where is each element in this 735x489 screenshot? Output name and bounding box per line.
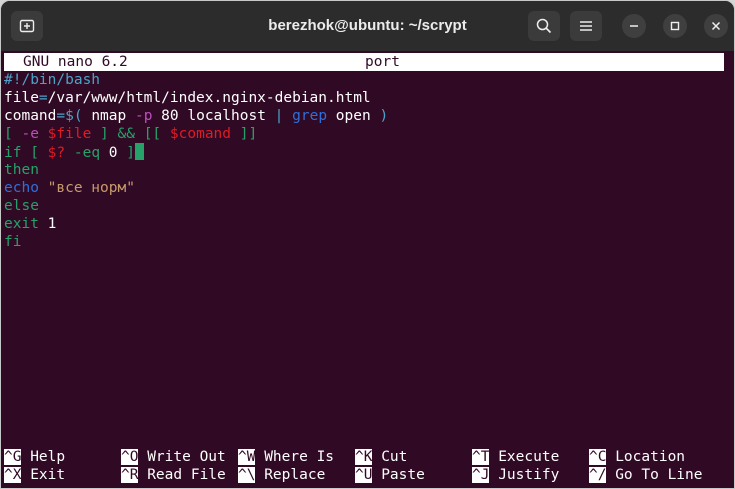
- shortcut-item[interactable]: ^C Location: [589, 448, 685, 466]
- shortcut-label: Write Out: [138, 449, 226, 465]
- code-line[interactable]: echo "все норм": [4, 179, 388, 197]
- code-line[interactable]: then: [4, 161, 388, 179]
- shortcut-label: Go To Line: [606, 467, 703, 483]
- code-token: fi: [4, 234, 22, 250]
- code-line[interactable]: #!/bin/bash: [4, 71, 388, 89]
- shortcut-label: Help: [21, 449, 66, 465]
- shortcut-key: ^J: [472, 467, 490, 483]
- shortcut-item[interactable]: ^R Read File: [121, 466, 226, 484]
- shortcut-item[interactable]: ^/ Go To Line: [589, 466, 703, 484]
- code-token: else: [4, 198, 39, 214]
- code-line[interactable]: [ -e $file ] && [[ $comand ]]: [4, 125, 388, 143]
- code-token: =: [38, 90, 48, 106]
- code-token: exit: [4, 216, 48, 232]
- code-token: -p: [134, 108, 153, 124]
- shortcut-key: ^R: [121, 467, 139, 483]
- code-token: ]: [117, 145, 135, 161]
- file-name: port: [365, 54, 400, 70]
- code-token: $comand: [169, 126, 232, 142]
- shortcut-item[interactable]: ^G Help: [4, 448, 65, 466]
- minimize-button[interactable]: [622, 14, 646, 38]
- shortcut-key: ^K: [355, 449, 373, 465]
- minimize-icon: [630, 25, 638, 27]
- maximize-button[interactable]: [663, 14, 687, 38]
- shortcut-item[interactable]: ^\ Replace: [238, 466, 325, 484]
- shortcut-item[interactable]: ^O Write Out: [121, 448, 226, 466]
- code-token: $file: [47, 126, 92, 142]
- code-token: nmap: [91, 108, 135, 124]
- code-token: "все норм": [47, 180, 135, 196]
- code-token: 80 localhost: [152, 108, 275, 124]
- code-token: /var/www/html/index.nginx-debian.html: [47, 90, 371, 106]
- code-line[interactable]: comand=$( nmap -p 80 localhost | grep op…: [4, 107, 388, 125]
- code-token: $?: [47, 145, 66, 161]
- shortcut-label: Execute: [489, 449, 560, 465]
- code-token: open: [327, 108, 380, 124]
- shortcut-label: Exit: [21, 467, 66, 483]
- code-line[interactable]: if [ $? -eq 0 ]: [4, 143, 388, 161]
- shortcut-item[interactable]: ^U Paste: [355, 466, 425, 484]
- shortcut-label: Location: [606, 449, 686, 465]
- hamburger-menu-icon: [580, 21, 592, 31]
- close-button[interactable]: [704, 14, 728, 38]
- code-token: ] && [[: [91, 126, 170, 142]
- shortcut-key: ^C: [589, 449, 607, 465]
- code-token: -eq: [65, 145, 109, 161]
- shortcut-key: ^T: [472, 449, 490, 465]
- maximize-icon: [670, 21, 680, 31]
- code-token: |: [274, 108, 293, 124]
- search-icon: [536, 18, 552, 34]
- shortcut-label: Replace: [255, 467, 326, 483]
- shortcut-key: ^O: [121, 449, 139, 465]
- shortcut-label: Cut: [372, 449, 408, 465]
- menu-button[interactable]: [570, 11, 602, 41]
- text-cursor: [134, 143, 144, 160]
- code-line[interactable]: file=/var/www/html/index.nginx-debian.ht…: [4, 89, 388, 107]
- close-icon: [711, 21, 721, 31]
- terminal-window: berezhok@ubuntu: ~/scrypt GNU nano 6.2 p…: [0, 0, 735, 489]
- code-token: -e: [21, 126, 39, 142]
- shortcut-label: Paste: [372, 467, 425, 483]
- shortcut-key: ^W: [238, 449, 256, 465]
- title-bar: berezhok@ubuntu: ~/scrypt: [1, 1, 734, 51]
- code-token: grep: [292, 108, 328, 124]
- code-token: echo: [4, 180, 39, 196]
- code-token: ]]: [231, 126, 258, 142]
- code-line[interactable]: exit 1: [4, 215, 388, 233]
- code-token: #!/bin/bash: [4, 72, 101, 88]
- shortcut-key: ^X: [4, 467, 22, 483]
- shortcut-label: Where Is: [255, 449, 335, 465]
- code-token: comand: [4, 108, 57, 124]
- code-token: 1: [47, 216, 57, 232]
- code-line[interactable]: else: [4, 197, 388, 215]
- shortcut-key: ^G: [4, 449, 22, 465]
- shortcut-label: Justify: [489, 467, 560, 483]
- shortcut-item[interactable]: ^X Exit: [4, 466, 65, 484]
- code-token: ): [379, 108, 389, 124]
- shortcut-item[interactable]: ^K Cut: [355, 448, 407, 466]
- shortcut-item[interactable]: ^J Justify: [472, 466, 559, 484]
- search-button[interactable]: [528, 11, 560, 41]
- shortcut-item[interactable]: ^T Execute: [472, 448, 559, 466]
- code-line[interactable]: fi: [4, 233, 388, 251]
- shortcut-key: ^\: [238, 467, 256, 483]
- code-token: [: [4, 126, 22, 142]
- nano-header: GNU nano 6.2 port: [4, 53, 724, 71]
- nano-version: GNU nano 6.2: [23, 54, 128, 70]
- terminal-area[interactable]: GNU nano 6.2 port #!/bin/bash file=/var/w…: [1, 51, 734, 488]
- shortcut-item[interactable]: ^W Where Is: [238, 448, 334, 466]
- shortcut-key: ^U: [355, 467, 373, 483]
- code-token: 0: [108, 145, 118, 161]
- shortcut-label: Read File: [138, 467, 226, 483]
- code-token: =$(: [56, 108, 92, 124]
- code-token: file: [4, 90, 39, 106]
- shortcut-key: ^/: [589, 467, 607, 483]
- editor-content[interactable]: #!/bin/bash file=/var/www/html/index.ngin…: [4, 71, 388, 251]
- code-token: if [: [4, 145, 48, 161]
- code-token: then: [4, 162, 39, 178]
